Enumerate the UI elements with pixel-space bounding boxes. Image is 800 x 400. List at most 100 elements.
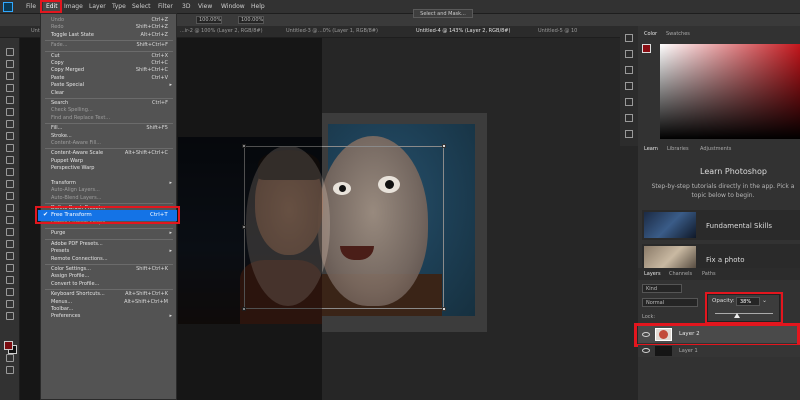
paragraph-icon[interactable] bbox=[625, 98, 633, 106]
quick-mask-icon[interactable] bbox=[6, 354, 14, 362]
pen-tool-icon[interactable] bbox=[6, 240, 14, 248]
menu-item-perspective-warp[interactable]: Perspective Warp bbox=[51, 165, 94, 171]
transform-bounding-box[interactable] bbox=[244, 146, 444, 309]
history-brush-tool-icon[interactable] bbox=[6, 180, 14, 188]
edit-toolbar-icon[interactable] bbox=[6, 312, 14, 320]
menu-view[interactable]: View bbox=[198, 3, 212, 10]
menu-item-cut[interactable]: Cut bbox=[51, 53, 60, 59]
character-icon[interactable] bbox=[625, 82, 633, 90]
history-icon[interactable] bbox=[625, 34, 633, 42]
gradient-tool-icon[interactable] bbox=[6, 204, 14, 212]
menu-image[interactable]: Image bbox=[64, 3, 83, 10]
eraser-tool-icon[interactable] bbox=[6, 192, 14, 200]
menu-item-auto-blend-layers[interactable]: Auto-Blend Layers... bbox=[51, 195, 101, 201]
doc-tab[interactable]: Untitled-3 @ bbox=[286, 28, 317, 34]
brush-tool-icon[interactable] bbox=[6, 156, 14, 164]
tab-layers[interactable]: Layers bbox=[644, 271, 661, 277]
blur-tool-icon[interactable] bbox=[6, 216, 14, 224]
transform-handle-bl[interactable] bbox=[242, 307, 246, 311]
eyedropper-tool-icon[interactable] bbox=[6, 132, 14, 140]
menu-item-find-and-replace-text[interactable]: Find and Replace Text... bbox=[51, 115, 110, 121]
marquee-tool-icon[interactable] bbox=[6, 72, 14, 80]
menu-item-fill[interactable]: Fill... bbox=[51, 125, 62, 131]
transform-handle-ml[interactable] bbox=[242, 225, 246, 229]
menu-item-puppet-warp[interactable]: Puppet Warp bbox=[51, 158, 83, 164]
rectangle-tool-icon[interactable] bbox=[6, 276, 14, 284]
doc-tab-active[interactable]: Untitled-4 @ 143% (Layer 2, RGB/8#) bbox=[416, 28, 510, 34]
tab-adjustments[interactable]: Adjustments bbox=[700, 146, 731, 152]
zoom-field-a[interactable]: 100.00% bbox=[196, 16, 222, 24]
menu-item-fade[interactable]: Fade... bbox=[51, 42, 68, 48]
hand-tool-icon[interactable] bbox=[6, 288, 14, 296]
type-tool-icon[interactable] bbox=[6, 252, 14, 260]
menu-type[interactable]: Type bbox=[112, 3, 126, 10]
menu-item-color-settings[interactable]: Color Settings... bbox=[51, 266, 91, 272]
eye-visibility-icon[interactable] bbox=[642, 348, 650, 353]
info-icon[interactable] bbox=[625, 130, 633, 138]
color-panel-fg-swatch[interactable] bbox=[642, 44, 651, 53]
layer-filter-kind[interactable]: Kind bbox=[642, 284, 682, 293]
screen-mode-icon[interactable] bbox=[6, 366, 14, 374]
tab-channels[interactable]: Channels bbox=[669, 271, 692, 277]
doc-tab[interactable]: ...ir-2 @ 100% (Layer 2, RGB/8#) bbox=[180, 28, 263, 34]
menu-item-assign-profile[interactable]: Assign Profile... bbox=[51, 273, 89, 279]
dodge-tool-icon[interactable] bbox=[6, 228, 14, 236]
path-selection-tool-icon[interactable] bbox=[6, 264, 14, 272]
select-and-mask-button[interactable]: Select and Mask... bbox=[413, 9, 473, 18]
frame-tool-icon[interactable] bbox=[6, 120, 14, 128]
menu-item-transform[interactable]: Transform bbox=[51, 180, 76, 186]
menu-item-stroke[interactable]: Stroke... bbox=[51, 133, 72, 139]
clone-stamp-tool-icon[interactable] bbox=[6, 168, 14, 176]
menu-item-search[interactable]: Search bbox=[51, 100, 68, 106]
transform-handle-tl[interactable] bbox=[242, 144, 246, 148]
move-tool-icon[interactable] bbox=[6, 48, 14, 56]
zoom-field-b[interactable]: 100.00% bbox=[238, 16, 264, 24]
color-picker-field[interactable] bbox=[660, 44, 800, 139]
crop-tool-icon[interactable] bbox=[6, 108, 14, 116]
menu-item-paste-special[interactable]: Paste Special bbox=[51, 82, 84, 88]
transform-handle-tr[interactable] bbox=[442, 144, 446, 148]
healing-brush-tool-icon[interactable] bbox=[6, 144, 14, 152]
tab-swatches[interactable]: Swatches bbox=[666, 31, 690, 37]
glyphs-icon[interactable] bbox=[625, 114, 633, 122]
menu-item-content-aware-fill[interactable]: Content-Aware Fill... bbox=[51, 140, 101, 146]
brush-settings-icon[interactable] bbox=[625, 66, 633, 74]
lasso-tool-icon[interactable] bbox=[6, 84, 14, 92]
menu-item-auto-align-layers[interactable]: Auto-Align Layers... bbox=[51, 187, 100, 193]
menu-item-undo[interactable]: Undo bbox=[51, 17, 64, 23]
tab-libraries[interactable]: Libraries bbox=[667, 146, 689, 152]
menu-item-menus[interactable]: Menus... bbox=[51, 299, 72, 305]
menu-item-remote-connections[interactable]: Remote Connections... bbox=[51, 256, 108, 262]
menu-item-redo[interactable]: Redo bbox=[51, 24, 64, 30]
quick-select-tool-icon[interactable] bbox=[6, 96, 14, 104]
tab-color[interactable]: Color bbox=[644, 31, 657, 37]
menu-item-clear[interactable]: Clear bbox=[51, 90, 64, 96]
zoom-tool-icon[interactable] bbox=[6, 300, 14, 308]
menu-item-content-aware-scale[interactable]: Content-Aware Scale bbox=[51, 150, 103, 156]
menu-item-paste[interactable]: Paste bbox=[51, 75, 65, 81]
menu-file[interactable]: File bbox=[26, 3, 36, 10]
properties-icon[interactable] bbox=[625, 50, 633, 58]
menu-item-presets[interactable]: Presets bbox=[51, 248, 69, 254]
menu-item-toggle-last-state[interactable]: Toggle Last State bbox=[51, 32, 94, 38]
menu-item-adobe-pdf-presets[interactable]: Adobe PDF Presets... bbox=[51, 241, 103, 247]
menu-item-toolbar[interactable]: Toolbar... bbox=[51, 306, 73, 312]
menu-layer[interactable]: Layer bbox=[89, 3, 106, 10]
menu-item-copy-merged[interactable]: Copy Merged bbox=[51, 67, 84, 73]
menu-item-purge[interactable]: Purge bbox=[51, 230, 65, 236]
menu-item-copy[interactable]: Copy bbox=[51, 60, 64, 66]
tab-learn[interactable]: Learn bbox=[644, 146, 658, 152]
tab-paths[interactable]: Paths bbox=[702, 271, 716, 277]
menu-item-preferences[interactable]: Preferences bbox=[51, 313, 80, 319]
transform-handle-br[interactable] bbox=[442, 307, 446, 311]
menu-window[interactable]: Window bbox=[221, 3, 245, 10]
doc-tab[interactable]: Untitled-5 @ 10 bbox=[538, 28, 577, 34]
menu-item-convert-to-profile[interactable]: Convert to Profile... bbox=[51, 281, 99, 287]
doc-tab[interactable]: ...0% (Layer 1, RGB/8#) bbox=[318, 28, 378, 34]
blend-mode-select[interactable]: Normal bbox=[642, 298, 698, 307]
menu-item-keyboard-shortcuts[interactable]: Keyboard Shortcuts... bbox=[51, 291, 105, 297]
menu-filter[interactable]: Filter bbox=[158, 3, 173, 10]
foreground-color-swatch[interactable] bbox=[4, 341, 13, 350]
menu-item-check-spelling[interactable]: Check Spelling... bbox=[51, 107, 93, 113]
artboard-tool-icon[interactable] bbox=[6, 60, 14, 68]
